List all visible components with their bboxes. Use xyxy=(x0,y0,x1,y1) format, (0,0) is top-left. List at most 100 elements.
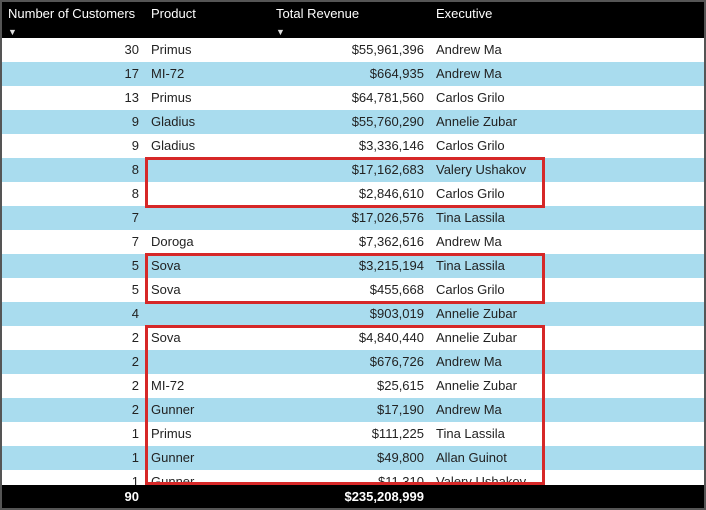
cell-number-of-customers: 30 xyxy=(2,38,145,62)
cell-number-of-customers: 2 xyxy=(2,350,145,374)
cell-number-of-customers: 7 xyxy=(2,206,145,230)
column-header-total-revenue[interactable]: Total Revenue ▼ xyxy=(270,2,430,38)
cell-total-revenue: $4,840,440 xyxy=(270,326,430,350)
table-row[interactable]: 9Gladius$3,336,146Carlos Grilo xyxy=(2,134,704,158)
cell-product: Gunner xyxy=(145,446,270,470)
cell-total-revenue: $64,781,560 xyxy=(270,86,430,110)
sort-desc-icon: ▼ xyxy=(276,27,285,38)
cell-number-of-customers: 2 xyxy=(2,374,145,398)
cell-product: MI-72 xyxy=(145,374,270,398)
cell-total-revenue: $455,668 xyxy=(270,278,430,302)
table-row[interactable]: 5Sova$3,215,194Tina Lassila xyxy=(2,254,704,278)
cell-executive: Carlos Grilo xyxy=(430,278,704,302)
cell-product xyxy=(145,350,270,374)
cell-total-revenue: $676,726 xyxy=(270,350,430,374)
table-row[interactable]: 1Primus$111,225Tina Lassila xyxy=(2,422,704,446)
total-exec-blank xyxy=(430,485,704,508)
cell-executive: Carlos Grilo xyxy=(430,134,704,158)
cell-number-of-customers: 4 xyxy=(2,302,145,326)
table-row[interactable]: 1Gunner$49,800Allan Guinot xyxy=(2,446,704,470)
cell-total-revenue: $49,800 xyxy=(270,446,430,470)
total-product-blank xyxy=(145,485,270,508)
cell-executive: Tina Lassila xyxy=(430,254,704,278)
table-row[interactable]: 8$2,846,610Carlos Grilo xyxy=(2,182,704,206)
cell-product: Gunner xyxy=(145,398,270,422)
table-row[interactable]: 8 $17,162,683Valery Ushakov xyxy=(2,158,704,182)
table-row[interactable]: 5Sova$455,668Carlos Grilo xyxy=(2,278,704,302)
cell-total-revenue: $903,019 xyxy=(270,302,430,326)
cell-executive: Tina Lassila xyxy=(430,206,704,230)
cell-product xyxy=(145,158,270,182)
column-header-executive[interactable]: Executive xyxy=(430,2,704,38)
cell-executive: Valery Ushakov xyxy=(430,470,704,485)
table-row[interactable]: 9Gladius$55,760,290Annelie Zubar xyxy=(2,110,704,134)
cell-number-of-customers: 2 xyxy=(2,326,145,350)
cell-executive: Valery Ushakov xyxy=(430,158,704,182)
cell-executive: Annelie Zubar xyxy=(430,302,704,326)
cell-executive: Annelie Zubar xyxy=(430,110,704,134)
table-header-row: Number of Customers ▼ Product Total Reve… xyxy=(2,2,704,38)
cell-product: Gladius xyxy=(145,110,270,134)
cell-total-revenue: $3,336,146 xyxy=(270,134,430,158)
cell-product xyxy=(145,206,270,230)
cell-number-of-customers: 17 xyxy=(2,62,145,86)
cell-total-revenue: $17,026,576 xyxy=(270,206,430,230)
cell-number-of-customers: 2 xyxy=(2,398,145,422)
cell-executive: Andrew Ma xyxy=(430,350,704,374)
cell-executive: Annelie Zubar xyxy=(430,326,704,350)
cell-executive: Andrew Ma xyxy=(430,398,704,422)
sort-desc-icon: ▼ xyxy=(8,27,17,38)
table-row[interactable]: 2Gunner$17,190Andrew Ma xyxy=(2,398,704,422)
cell-total-revenue: $25,615 xyxy=(270,374,430,398)
table-row[interactable]: 17MI-72$664,935Andrew Ma xyxy=(2,62,704,86)
column-label: Product xyxy=(151,6,196,21)
cell-total-revenue: $3,215,194 xyxy=(270,254,430,278)
cell-number-of-customers: 1 xyxy=(2,422,145,446)
cell-number-of-customers: 13 xyxy=(2,86,145,110)
table-row[interactable]: 2Sova$4,840,440Annelie Zubar xyxy=(2,326,704,350)
cell-number-of-customers: 5 xyxy=(2,278,145,302)
table-body: 30Primus$55,961,396Andrew Ma17MI-72$664,… xyxy=(2,38,704,485)
cell-number-of-customers: 1 xyxy=(2,470,145,485)
table-row[interactable]: 13Primus$64,781,560Carlos Grilo xyxy=(2,86,704,110)
table-row[interactable]: 30Primus$55,961,396Andrew Ma xyxy=(2,38,704,62)
cell-number-of-customers: 8 xyxy=(2,158,145,182)
cell-total-revenue: $17,162,683 xyxy=(270,158,430,182)
cell-total-revenue: $664,935 xyxy=(270,62,430,86)
cell-executive: Carlos Grilo xyxy=(430,86,704,110)
cell-product: Sova xyxy=(145,326,270,350)
column-label: Executive xyxy=(436,6,492,21)
cell-number-of-customers: 7 xyxy=(2,230,145,254)
cell-number-of-customers: 9 xyxy=(2,110,145,134)
table-row[interactable]: 4 $903,019Annelie Zubar xyxy=(2,302,704,326)
table-totals-row: 90 $235,208,999 xyxy=(2,485,704,508)
cell-number-of-customers: 9 xyxy=(2,134,145,158)
cell-number-of-customers: 5 xyxy=(2,254,145,278)
cell-number-of-customers: 8 xyxy=(2,182,145,206)
cell-total-revenue: $55,961,396 xyxy=(270,38,430,62)
cell-total-revenue: $17,190 xyxy=(270,398,430,422)
cell-product: Sova xyxy=(145,278,270,302)
column-header-product[interactable]: Product xyxy=(145,2,270,38)
table-row[interactable]: 2 $676,726Andrew Ma xyxy=(2,350,704,374)
table-row[interactable]: 7 $17,026,576Tina Lassila xyxy=(2,206,704,230)
cell-total-revenue: $111,225 xyxy=(270,422,430,446)
cell-product: Doroga xyxy=(145,230,270,254)
cell-total-revenue: $55,760,290 xyxy=(270,110,430,134)
cell-product xyxy=(145,182,270,206)
table-visual: Number of Customers ▼ Product Total Reve… xyxy=(0,0,706,510)
cell-total-revenue: $7,362,616 xyxy=(270,230,430,254)
table-row[interactable]: 7Doroga$7,362,616Andrew Ma xyxy=(2,230,704,254)
cell-product: Gladius xyxy=(145,134,270,158)
column-header-number-of-customers[interactable]: Number of Customers ▼ xyxy=(2,2,145,38)
cell-product: Gunner xyxy=(145,470,270,485)
total-customers: 90 xyxy=(2,485,145,508)
column-label: Number of Customers xyxy=(8,6,135,21)
cell-product: Primus xyxy=(145,86,270,110)
cell-product: Primus xyxy=(145,422,270,446)
cell-number-of-customers: 1 xyxy=(2,446,145,470)
cell-product: Sova xyxy=(145,254,270,278)
table-row[interactable]: 1Gunner$11,310Valery Ushakov xyxy=(2,470,704,485)
cell-executive: Carlos Grilo xyxy=(430,182,704,206)
table-row[interactable]: 2MI-72$25,615Annelie Zubar xyxy=(2,374,704,398)
